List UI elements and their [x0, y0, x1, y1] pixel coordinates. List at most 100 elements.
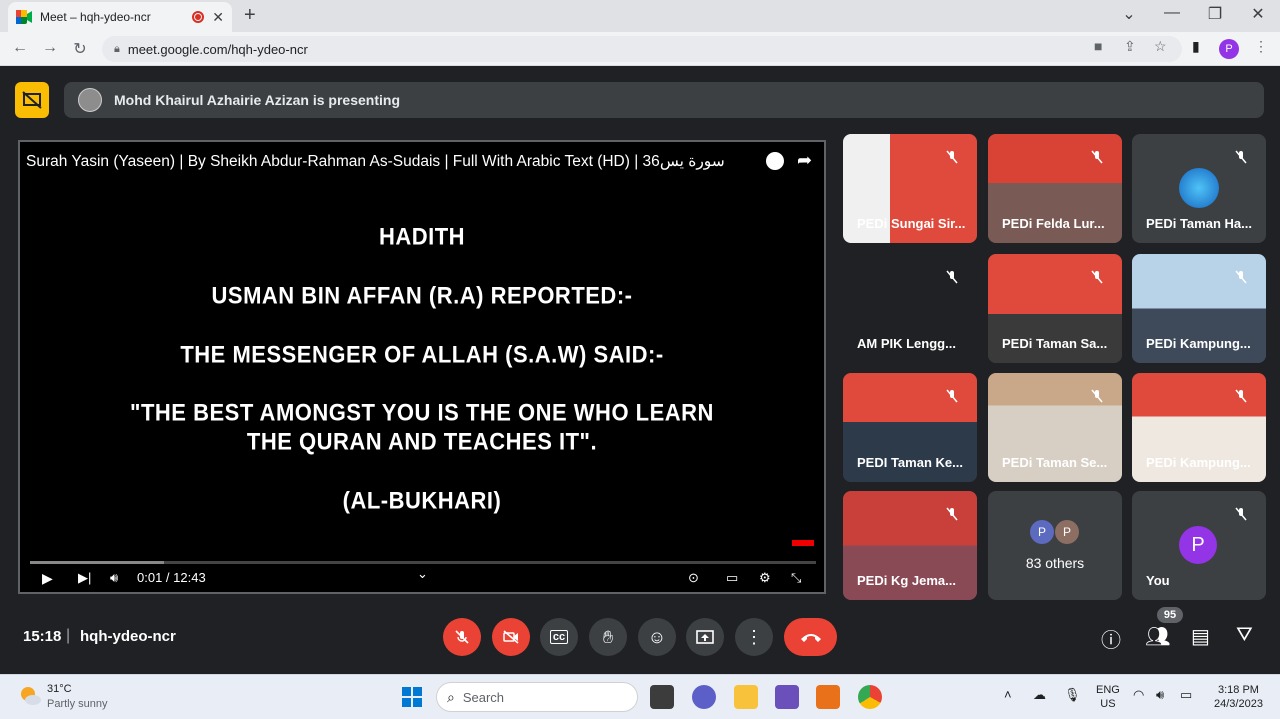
- participant-tile[interactable]: PEDi Taman Se...: [988, 373, 1122, 482]
- presentation-video[interactable]: Surah Yasin (Yaseen) | By Sheikh Abdur-R…: [18, 140, 826, 594]
- meeting-details-icon[interactable]: ⓘ: [1101, 624, 1121, 653]
- raise-hand-button[interactable]: ✋︎: [589, 618, 627, 656]
- language-code: ENG: [1096, 684, 1120, 696]
- youtube-logo-icon: [792, 540, 814, 546]
- mic-off-icon: [1086, 146, 1108, 168]
- lock-icon: 🔒︎: [114, 42, 120, 55]
- minimize-icon[interactable]: —: [1160, 4, 1184, 22]
- others-count: 83 others: [1025, 555, 1085, 571]
- captions-button[interactable]: cc: [540, 618, 578, 656]
- participant-name: PEDi Kg Jema...: [857, 573, 956, 588]
- settings-gear-icon[interactable]: ⚙: [759, 570, 771, 586]
- video-text-line: (AL-BUKHARI): [342, 486, 502, 515]
- video-progress-bar[interactable]: [30, 561, 816, 564]
- camera-toggle-button[interactable]: [492, 618, 530, 656]
- reload-icon[interactable]: ↻: [70, 39, 90, 59]
- chrome-app-icon[interactable]: [858, 685, 882, 709]
- autoplay-toggle-icon[interactable]: ⊙: [688, 570, 699, 586]
- language-indicator[interactable]: ENG US: [1096, 683, 1120, 711]
- mic-toggle-button[interactable]: [443, 618, 481, 656]
- chat-app-icon[interactable]: [692, 685, 716, 709]
- share-page-icon[interactable]: ⇪: [1124, 38, 1136, 55]
- weather-condition[interactable]: Partly sunny: [47, 698, 108, 710]
- emoji-icon: ☺: [647, 626, 667, 647]
- self-tile[interactable]: P You: [1132, 491, 1266, 600]
- taskbar-search[interactable]: ⌕ Search: [436, 682, 638, 712]
- partly-sunny-icon[interactable]: [18, 685, 42, 707]
- bottom-separator: |: [66, 627, 71, 644]
- mic-off-icon: [1230, 385, 1252, 407]
- weather-temperature[interactable]: 31°C: [47, 683, 72, 695]
- mic-off-icon: [1230, 503, 1252, 525]
- onedrive-cloud-icon[interactable]: ☁: [1033, 687, 1046, 703]
- closed-captions-icon: cc: [549, 630, 569, 644]
- browser-tab-bar: Meet – hqh-ydeo-ncr ✕ + ⌄ — ❐ ✕: [0, 0, 1280, 32]
- video-text-line: USMAN BIN AFFAN (R.A) REPORTED:-: [211, 281, 633, 310]
- bookmark-star-icon[interactable]: ☆: [1154, 38, 1167, 55]
- video-time: 0:01 / 12:43: [137, 570, 206, 585]
- participant-tile[interactable]: PEDi Kg Jema...: [843, 491, 977, 600]
- url-bar[interactable]: 🔒︎ meet.google.com/hqh-ydeo-ncr: [102, 36, 1182, 62]
- participant-name: PEDi Sungai Sir...: [857, 216, 966, 231]
- system-clock[interactable]: 3:18 PM 24/3/2023: [1214, 683, 1263, 711]
- side-panel-icon[interactable]: ▮: [1192, 38, 1200, 55]
- window-close-icon[interactable]: ✕: [1246, 4, 1270, 24]
- video-title[interactable]: Surah Yasin (Yaseen) | By Sheikh Abdur-R…: [26, 152, 726, 171]
- wifi-icon[interactable]: ◠: [1133, 687, 1144, 703]
- participant-tile[interactable]: PEDi Kampung...: [1132, 373, 1266, 482]
- sublime-text-icon[interactable]: [816, 685, 840, 709]
- chat-icon[interactable]: ▤: [1191, 624, 1210, 649]
- tab-search-chevron-icon[interactable]: ⌄: [1117, 4, 1141, 24]
- stop-presenting-icon[interactable]: [15, 82, 49, 118]
- file-explorer-icon[interactable]: [734, 685, 758, 709]
- video-share-icon[interactable]: ➦: [797, 150, 812, 171]
- camera-in-use-icon[interactable]: ■: [1094, 38, 1102, 54]
- task-view-icon[interactable]: [650, 685, 674, 709]
- speaker-icon[interactable]: 🔊︎: [1156, 687, 1164, 703]
- meeting-code: hqh-ydeo-ncr: [80, 628, 176, 645]
- mic-off-icon: [941, 266, 963, 288]
- forward-icon[interactable]: →: [40, 39, 60, 57]
- profile-avatar[interactable]: P: [1219, 39, 1239, 59]
- leave-call-button[interactable]: [784, 618, 837, 656]
- activities-icon[interactable]: ⛛: [1236, 624, 1253, 647]
- copilot-app-icon[interactable]: [775, 685, 799, 709]
- present-screen-button[interactable]: [686, 618, 724, 656]
- battery-icon[interactable]: ▭: [1180, 687, 1192, 703]
- watch-later-icon[interactable]: [766, 152, 784, 170]
- participant-tile[interactable]: PEDi Taman Sa...: [988, 254, 1122, 363]
- meet-favicon-icon: [16, 10, 32, 24]
- play-icon[interactable]: ▶: [42, 570, 53, 587]
- tray-chevron-up-icon[interactable]: ˄: [1004, 687, 1012, 702]
- participant-tile[interactable]: PEDi Sungai Sir...: [843, 134, 977, 243]
- participant-tile[interactable]: PEDI Taman Ke...: [843, 373, 977, 482]
- more-options-button[interactable]: ⋮: [735, 618, 773, 656]
- participant-tile[interactable]: PEDi Kampung...: [1132, 254, 1266, 363]
- reactions-button[interactable]: ☺: [638, 618, 676, 656]
- volume-icon[interactable]: 🔊︎: [110, 570, 118, 586]
- new-tab-icon[interactable]: +: [244, 4, 256, 27]
- browser-tab-meet[interactable]: Meet – hqh-ydeo-ncr ✕: [8, 2, 232, 32]
- captions-icon[interactable]: ▭: [726, 570, 738, 586]
- back-icon[interactable]: ←: [10, 39, 30, 57]
- video-progress-fill: [30, 561, 164, 564]
- participant-tile[interactable]: PEDi Felda Lur...: [988, 134, 1122, 243]
- windows-start-icon[interactable]: [402, 687, 422, 707]
- video-text-line: THE QURAN AND TEACHES IT".: [246, 427, 598, 456]
- participant-tile[interactable]: AM PIK Lengg...: [843, 254, 977, 363]
- people-icon[interactable]: 👥︎: [1145, 624, 1170, 649]
- browser-menu-icon[interactable]: ⋮: [1254, 38, 1268, 55]
- exit-fullscreen-icon[interactable]: ⤡: [791, 570, 801, 586]
- participant-avatar: [1179, 168, 1219, 208]
- mic-off-icon: [1086, 385, 1108, 407]
- video-text-line: "THE BEST AMONGST YOU IS THE ONE WHO LEA…: [130, 398, 714, 427]
- others-tile[interactable]: P P 83 others: [988, 491, 1122, 600]
- next-icon[interactable]: ▶|: [78, 570, 91, 586]
- participant-tile[interactable]: PEDi Taman Ha...: [1132, 134, 1266, 243]
- microphone-icon[interactable]: 🎙︎: [1064, 687, 1081, 703]
- participant-name: You: [1146, 573, 1170, 588]
- maximize-icon[interactable]: ❐: [1203, 4, 1227, 24]
- mic-off-icon: [941, 385, 963, 407]
- tab-close-icon[interactable]: ✕: [212, 9, 224, 26]
- chevron-down-icon[interactable]: ⌄: [417, 566, 428, 582]
